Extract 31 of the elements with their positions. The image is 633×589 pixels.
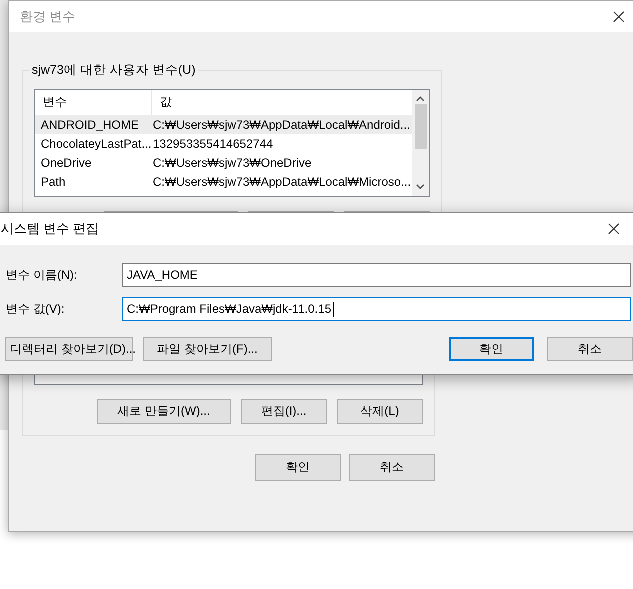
ok-button[interactable]: 확인 — [449, 337, 534, 361]
close-icon[interactable] — [608, 223, 620, 235]
edit-button[interactable]: 편집(I)... — [241, 399, 327, 424]
column-header[interactable]: 값 — [152, 94, 172, 111]
field-label: 변수 값(V): — [6, 300, 66, 318]
variable-name: Path — [40, 174, 67, 188]
group-label: sjw73에 대한 사용자 변수(U) — [31, 62, 197, 79]
scroll-down-icon[interactable] — [416, 184, 426, 190]
close-icon[interactable] — [613, 10, 625, 22]
browse-file-button[interactable]: 파일 찾아보기(F)... — [143, 337, 272, 361]
cancel-button[interactable]: 취소 — [547, 337, 633, 361]
variable-name: OneDrive — [40, 156, 93, 170]
field-label: 변수 이름(N): — [6, 266, 78, 284]
variable-value: C:₩Users₩sjw73₩AppData₩Local₩Microso... — [152, 174, 412, 188]
new-button[interactable]: 새로 만들기(W)... — [97, 399, 231, 424]
browse-directory-button[interactable]: 디렉터리 찾아보기(D)... — [5, 337, 133, 361]
scrollbar[interactable] — [412, 90, 430, 196]
selected-row-highlight[interactable]: ANDROID_HOME C:₩Users₩sjw73₩AppData₩Local₩Android... — [35, 115, 412, 134]
variable-name: ANDROID_HOME — [40, 118, 140, 132]
delete-button[interactable]: 삭제(L) — [337, 399, 423, 424]
ok-button[interactable]: 확인 — [255, 454, 341, 481]
value-field[interactable]: C:₩Program Files₩Java₩jdk-11.0.15 — [122, 297, 631, 321]
dialog-title: 시스템 변수 편집 — [1, 220, 100, 238]
name-field[interactable]: JAVA_HOME — [122, 263, 631, 287]
cancel-button[interactable]: 취소 — [349, 454, 435, 481]
scroll-thumb[interactable] — [414, 104, 427, 149]
user-variables-list[interactable]: 변수 값 ANDROID_HOME C:₩Users₩sjw73₩AppData₩Local₩Android... ChocolateyLastPat...132953355414652744 OneDrive C:₩Users₩sjw73₩OneDrive Path C:₩Users₩sjw73₩AppData₩Local₩Microso... — [34, 89, 430, 197]
variable-value: C:₩Users₩sjw73₩OneDrive — [152, 156, 312, 170]
window-title: 환경 변수 — [20, 8, 76, 26]
variable-value: C:₩Users₩sjw73₩AppData₩Local₩Android... — [152, 118, 410, 132]
scroll-up-icon[interactable] — [416, 96, 426, 102]
